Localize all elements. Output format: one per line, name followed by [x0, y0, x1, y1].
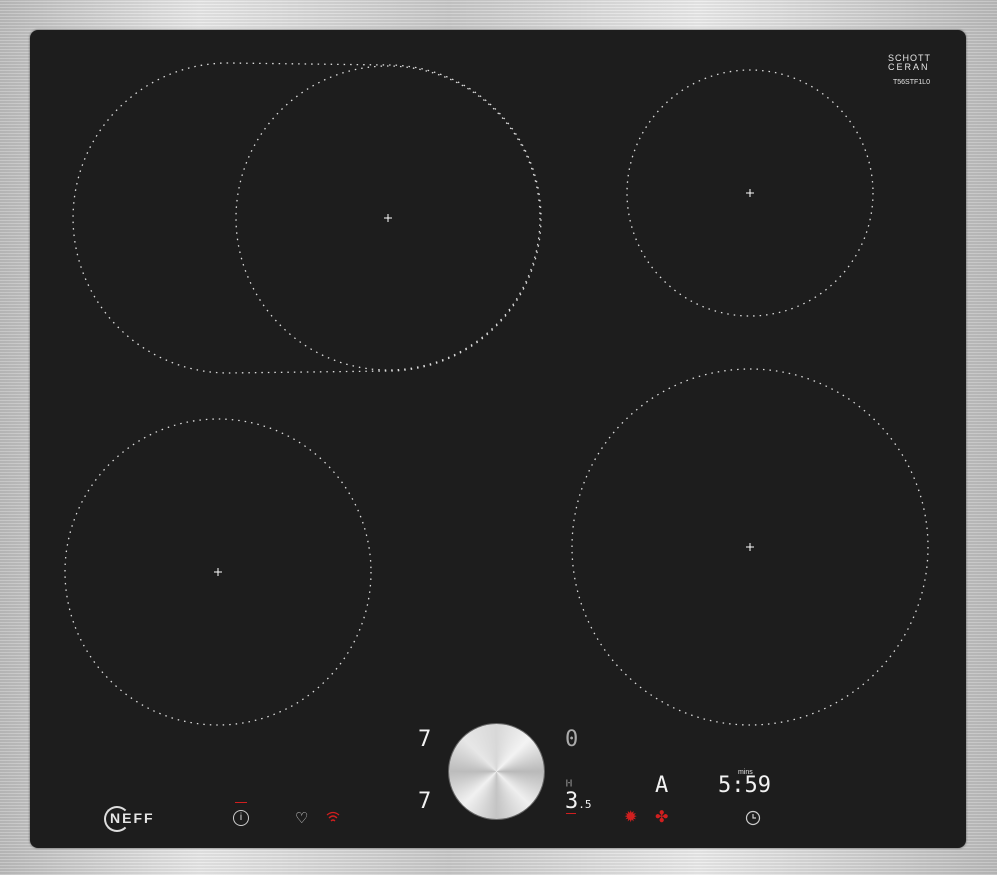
logo-line2: CERAN — [888, 62, 930, 72]
timer-clock-icon[interactable] — [745, 810, 761, 826]
schott-ceran-logo: SCHOTT CERAN — [888, 54, 931, 72]
brand-logo: NEFF — [110, 810, 155, 826]
zone-display-left-top[interactable]: 7 — [418, 729, 431, 751]
zone-display-left-bottom[interactable]: 7 — [418, 791, 431, 813]
zone-center-mark — [384, 214, 392, 222]
power-boost-icon[interactable]: ✹ — [624, 807, 637, 827]
heart-icon[interactable]: ♡ — [295, 809, 308, 827]
flex-zone-outline[interactable] — [72, 62, 542, 374]
power-level-value: 3 — [565, 789, 579, 814]
zone-center-mark — [746, 543, 754, 551]
mode-display[interactable]: A — [655, 775, 668, 797]
model-number: T56STF1L0 — [893, 79, 930, 86]
twistpad-control-knob[interactable] — [449, 724, 544, 819]
fan-icon[interactable]: ✤ — [655, 807, 668, 827]
selected-indicator — [566, 813, 576, 814]
power-level-decimal: .5 — [578, 798, 592, 811]
zone-display-right-top[interactable]: 0 — [565, 729, 578, 751]
zone-center-mark — [746, 189, 754, 197]
timer-display[interactable]: 5:59 — [718, 775, 771, 797]
range-indicator: |-| — [566, 780, 572, 787]
wifi-icon[interactable] — [326, 811, 340, 823]
zone-center-mark — [214, 568, 222, 576]
info-indicator — [235, 802, 247, 803]
info-icon[interactable]: i — [233, 810, 249, 826]
